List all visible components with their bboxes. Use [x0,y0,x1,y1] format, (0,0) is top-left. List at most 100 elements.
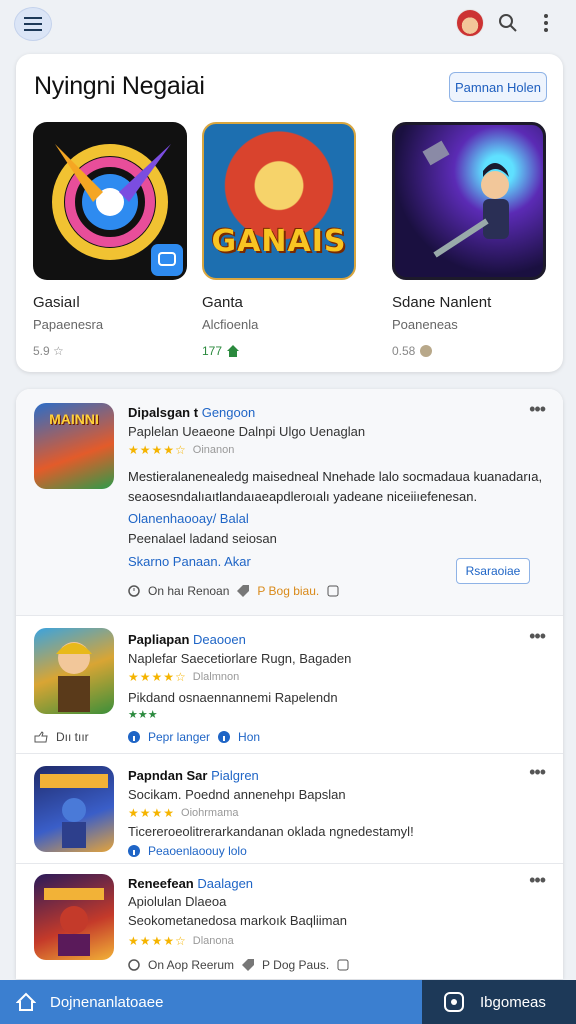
game-thumbnail [34,628,114,714]
item-footer: Dıı tıır [34,730,89,744]
clock-icon [128,959,140,971]
item-tag-line[interactable]: Olanenhaooay/ Balal [128,511,249,526]
tag-icon [242,959,255,971]
nav-games-tab[interactable]: Ibgomeas [422,980,576,1024]
item-title: Reneefean Daalagen [128,876,253,891]
item-title-accent: Gengoon [201,405,256,420]
bookmark-icon[interactable] [337,959,349,971]
more-options-button[interactable] [536,11,556,35]
game-art [392,122,546,280]
item-subtitle: Naplefar Saecetiorlare Rugn, Bagaden [128,651,352,666]
item-title-text: Reneefean [128,876,194,891]
more-icon[interactable]: ••• [529,626,546,647]
clock-icon [128,585,140,597]
featured-item-meta: 0.58 [392,344,548,358]
featured-item-name: Sdane Nanlent [392,294,492,311]
top-app-bar [0,0,576,48]
menu-button[interactable] [14,7,52,41]
game-art [33,122,187,280]
featured-item-meta: 177 [202,344,358,358]
hamburger-icon [24,17,42,31]
game-hero-icon [40,774,108,848]
item-title-accent: Deaooen [193,632,246,647]
green-star-icon: ★★★ [128,709,158,721]
item-rating: ★★★★☆ Dlalmnon [128,670,239,684]
game-hero-icon [56,642,92,712]
game-thumbnail [34,874,114,960]
item-extra-line: Peenalael ladand seiosan [128,531,277,546]
item-rating: ★★★★☆ Dlanona [128,934,234,948]
rating-text: 177 [202,344,223,358]
item-rating: ★★★★ Oiohrmama [128,806,239,820]
search-button[interactable] [496,11,520,35]
item-title-accent: Daalagen [197,876,254,891]
section-title: Nyingni Negaiai [34,72,205,100]
item-title: Papndan Sar Pialgren [128,768,259,783]
featured-item-subtitle: Alcfioenla [202,317,259,332]
info-icon [218,731,231,743]
featured-item-2[interactable]: GANAIS Ganta Alcfioenla 177 [202,122,358,358]
footer-text: On haı Renoan [148,584,230,598]
featured-item-1[interactable]: Gasiaıl Papaenesra 5.9 ☆ [33,122,189,358]
footer-link[interactable]: Peaoenlaoouy lolo [148,844,247,858]
item-description: Seokometanedosa markoık Baqliiman [128,913,347,928]
search-icon [499,14,517,32]
footer-link[interactable]: Pepr langer [148,730,210,744]
more-vertical-icon [544,14,548,32]
avatar[interactable] [456,9,484,37]
footer-accent[interactable]: P Bog biau. [257,584,319,598]
more-icon[interactable]: ••• [529,870,546,891]
list-item[interactable]: Reneefean Daalagen Apiolulan Dlaeoa Seok… [16,863,563,979]
item-action-button[interactable]: Rsaraoiae [456,558,530,584]
item-subtitle: Apiolulan Dlaeoa [128,894,227,909]
footer-text: Dıı tıır [56,730,89,744]
item-description: Pikdand osnaennannemi Rapelendn [128,690,338,705]
game-art-logo-text: GANAIS [211,224,347,259]
bookmark-icon[interactable] [327,585,339,597]
item-link[interactable]: Skarno Panaan. Akar [128,554,251,569]
featured-item-name: Ganta [202,294,243,311]
item-title-text: Papliapan [128,632,190,647]
footer-accent[interactable]: P Dog Paus. [262,958,329,972]
rating-text: 5.9 ☆ [33,344,64,358]
star-rating-icon: ★★★★☆ [128,670,187,684]
home-icon [227,345,240,357]
item-title-text: Papndan Sar [128,768,208,783]
star-rating-icon: ★★★★ [128,806,176,820]
featured-item-name: Gasiaıl [33,294,80,311]
game-hero-icon [44,888,104,956]
item-footer: Peaoenlaoouy lolo [128,844,247,858]
featured-item-meta: 5.9 ☆ [33,344,189,358]
footer-text: On Aop Reerum [148,958,235,972]
rating-label: Oiohrmama [181,807,239,819]
nav-home-label: Dojnenanlatoaee [50,993,164,1011]
item-description: Ticereroeolitrerarkandanan oklada ngnede… [128,824,414,839]
game-logo-icon [52,144,183,276]
bottom-navigation: Dojnenanlatoaee Ibgomeas [0,980,576,1024]
featured-item-subtitle: Poaneneas [392,317,458,332]
game-art: GANAIS [202,122,356,280]
footer-link-2[interactable]: Hon [238,730,260,744]
more-icon[interactable]: ••• [529,399,546,420]
featured-item-3[interactable]: Sdane Nanlent Poaneneas 0.58 [392,122,548,358]
gamepad-icon [444,992,464,1012]
item-subtitle: Socikam. Poednd annenehpı Bapslan [128,787,346,802]
item-title-accent: Pialgren [211,768,259,783]
item-footer: On Aop Reerum P Dog Paus. [128,958,349,972]
rating-label: Dlalmnon [192,671,240,683]
item-subtitle: Paplelan Ueaeone Dalnpi Ulgo Uenaglan [128,424,366,439]
item-rating: ★★★★☆ Oinanon [128,443,234,457]
featured-action-button[interactable]: Pamnan Holen [449,72,547,102]
item-footer-links: Pepr langer Hon [128,730,260,744]
list-item[interactable]: Papndan Sar Pialgren Socikam. Poednd ann… [16,753,563,863]
item-title: Papliapan Deaooen [128,632,246,647]
info-icon [128,845,140,857]
nav-home-tab[interactable]: Dojnenanlatoaee [0,980,422,1024]
item-title: Dipalsgan t Gengoon [128,405,255,420]
item-title-text: Dipalsgan t [128,405,199,420]
list-item[interactable]: Papliapan Deaooen Naplefar Saecetiorlare… [16,615,563,753]
featured-item-subtitle: Papaenesra [33,317,104,332]
more-icon[interactable]: ••• [529,762,546,783]
star-rating-icon: ★★★★☆ [128,443,187,457]
game-thumbnail: MAINNI [34,403,114,489]
